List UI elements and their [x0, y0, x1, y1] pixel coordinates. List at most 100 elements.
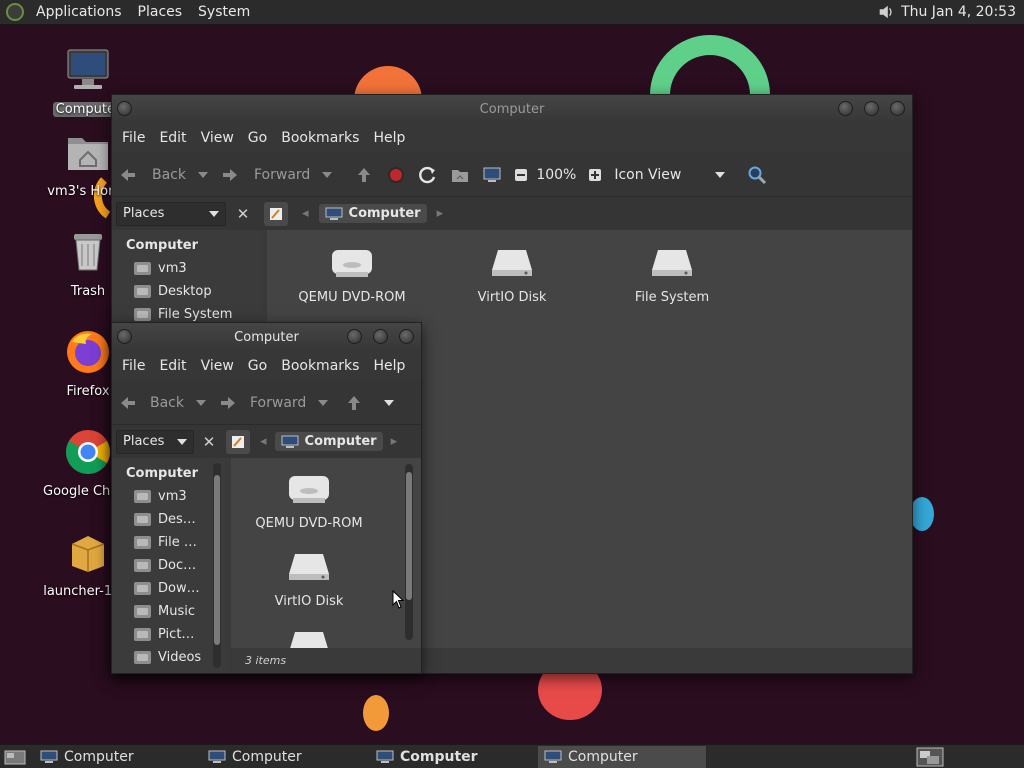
forward-history-dropdown[interactable] — [318, 399, 329, 406]
zoom-in-button[interactable]: Icon View — [582, 167, 687, 183]
menu-help[interactable]: Help — [366, 358, 412, 374]
file-label: QEMU DVD-ROM — [255, 516, 363, 531]
task-computer-1[interactable]: Computer — [34, 746, 202, 768]
sidebar-item-vm3[interactable]: vm3 — [112, 257, 262, 280]
breadcrumb-computer[interactable]: Computer — [318, 204, 427, 223]
file-item-file-system[interactable] — [231, 630, 389, 648]
file-view-scrollbar[interactable] — [405, 464, 413, 640]
home-folder-icon — [452, 169, 469, 182]
reload-button[interactable] — [412, 165, 444, 185]
desktop-folder-icon — [134, 513, 151, 526]
scrollbar-thumb[interactable] — [214, 475, 220, 645]
places-menu[interactable]: Places — [130, 4, 191, 20]
clock[interactable]: Thu Jan 4, 20:53 — [895, 4, 1024, 20]
task-computer-3[interactable]: Computer — [370, 746, 538, 768]
menu-bookmarks[interactable]: Bookmarks — [274, 358, 366, 374]
menu-bookmarks[interactable]: Bookmarks — [274, 130, 366, 146]
up-button[interactable] — [338, 393, 370, 413]
titlebar[interactable]: Computer — [112, 95, 912, 123]
speaker-icon[interactable] — [877, 3, 895, 21]
breadcrumb-right-arrow[interactable]: ▸ — [391, 434, 398, 449]
task-computer-4[interactable]: Computer — [538, 745, 706, 768]
view-mode-select[interactable]: Icon View — [614, 167, 681, 183]
maximize-button[interactable] — [373, 329, 388, 344]
forward-button[interactable]: Forward — [214, 165, 316, 185]
close-button[interactable] — [399, 329, 414, 344]
places-combo[interactable]: Places — [116, 429, 194, 454]
breadcrumb-left-arrow[interactable]: ◂ — [302, 206, 309, 221]
menubar: File Edit View Go Bookmarks Help — [112, 351, 421, 381]
sidebar-item-videos[interactable]: Videos — [112, 646, 226, 669]
location-bar: Places ✕ ◂ Computer ▸ — [112, 425, 421, 458]
file-item-virtio-disk[interactable]: VirtIO Disk — [432, 248, 592, 305]
back-history-dropdown[interactable] — [196, 399, 206, 406]
sidebar-item-file-system[interactable]: File … — [112, 531, 226, 554]
stop-button[interactable] — [380, 165, 412, 185]
zoom-out-button[interactable]: 100% — [508, 167, 582, 183]
menu-view[interactable]: View — [194, 358, 241, 374]
sidebar-item-desktop[interactable]: Desktop — [112, 280, 262, 303]
toolbar-overflow-dropdown[interactable] — [384, 399, 395, 406]
menu-view[interactable]: View — [194, 130, 241, 146]
breadcrumb-left-arrow[interactable]: ◂ — [260, 434, 267, 449]
scrollbar-thumb[interactable] — [406, 472, 412, 600]
minimize-button[interactable] — [347, 329, 362, 344]
menu-help[interactable]: Help — [366, 130, 412, 146]
file-item-virtio-disk[interactable]: VirtIO Disk — [231, 552, 389, 609]
sidebar-item-label: Doc… — [158, 558, 197, 573]
close-sidebar-button[interactable]: ✕ — [234, 205, 252, 223]
maximize-button[interactable] — [864, 101, 879, 116]
computer-icon — [325, 207, 343, 220]
places-combo[interactable]: Places — [116, 201, 226, 226]
sidebar-item-downloads[interactable]: Dow… — [112, 577, 226, 600]
drive-icon — [134, 308, 151, 321]
videos-folder-icon — [134, 651, 151, 664]
search-button[interactable] — [741, 165, 773, 185]
sidebar-item-pictures[interactable]: Pict… — [112, 623, 226, 646]
package-icon — [71, 536, 105, 572]
distro-logo-icon[interactable] — [6, 3, 24, 21]
back-history-dropdown[interactable] — [198, 171, 208, 178]
menu-edit[interactable]: Edit — [152, 358, 193, 374]
workspace-switcher-icon[interactable] — [916, 747, 944, 767]
back-button[interactable]: Back — [112, 393, 190, 413]
location-bar: Places ✕ ◂ Computer ▸ — [112, 197, 912, 230]
computer-button[interactable] — [476, 165, 508, 185]
file-item-qemu-dvd[interactable]: QEMU DVD-ROM — [231, 474, 389, 531]
sidebar-item-desktop[interactable]: Des… — [112, 508, 226, 531]
titlebar[interactable]: Computer — [112, 323, 421, 351]
show-desktop-icon[interactable] — [4, 748, 26, 766]
up-button[interactable] — [348, 165, 380, 185]
file-item-file-system[interactable]: File System — [592, 248, 752, 305]
sidebar-item-vm3[interactable]: vm3 — [112, 485, 226, 508]
task-computer-2[interactable]: Computer — [202, 746, 370, 768]
applications-menu[interactable]: Applications — [28, 4, 130, 20]
sidebar-item-documents[interactable]: Doc… — [112, 554, 226, 577]
menu-edit[interactable]: Edit — [152, 130, 193, 146]
toggle-location-button[interactable] — [226, 429, 250, 454]
sidebar-scrollbar[interactable] — [213, 463, 221, 668]
optical-drive-icon — [332, 250, 372, 277]
file-manager-window-front[interactable]: Computer File Edit View Go Bookmarks Hel… — [111, 322, 422, 674]
forward-history-dropdown[interactable] — [322, 171, 333, 178]
file-item-qemu-dvd[interactable]: QEMU DVD-ROM — [272, 248, 432, 305]
menu-go[interactable]: Go — [241, 130, 274, 146]
menu-file[interactable]: File — [115, 130, 152, 146]
close-button[interactable] — [890, 101, 905, 116]
system-menu[interactable]: System — [190, 4, 258, 20]
minimize-button[interactable] — [838, 101, 853, 116]
menu-go[interactable]: Go — [241, 358, 274, 374]
toggle-location-button[interactable] — [264, 201, 288, 226]
breadcrumb-right-arrow[interactable]: ▸ — [437, 206, 444, 221]
forward-button[interactable]: Forward — [212, 393, 312, 413]
close-sidebar-button[interactable]: ✕ — [200, 433, 218, 451]
menu-file[interactable]: File — [115, 358, 152, 374]
view-mode-dropdown[interactable] — [715, 171, 726, 178]
back-button[interactable]: Back — [112, 165, 192, 185]
breadcrumb-computer[interactable]: Computer — [274, 432, 383, 451]
file-view[interactable]: QEMU DVD-ROM VirtIO Disk — [231, 458, 421, 648]
home-button[interactable] — [444, 165, 476, 185]
sidebar-item-music[interactable]: Music — [112, 600, 226, 623]
home-folder-icon — [134, 262, 151, 275]
places-label: Places — [123, 434, 165, 449]
